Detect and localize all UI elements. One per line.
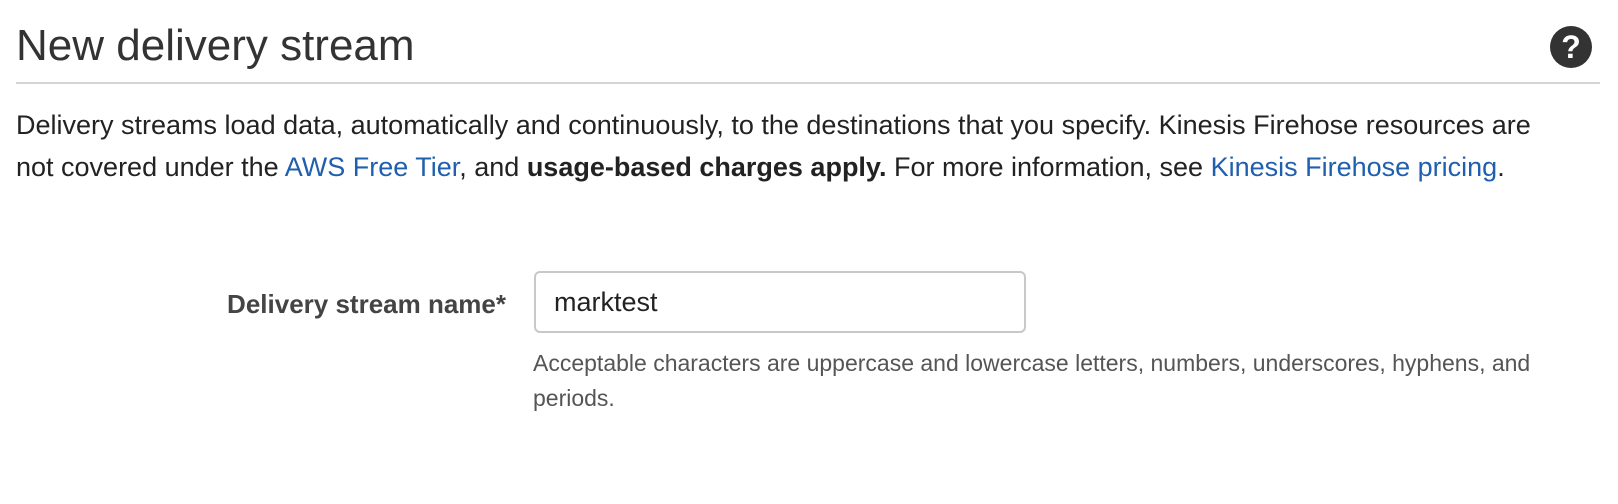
usage-charges-notice: usage-based charges apply. — [526, 152, 887, 182]
delivery-stream-name-label: Delivery stream name* — [227, 289, 506, 319]
description-paragraph: Delivery streams load data, automaticall… — [16, 104, 1556, 188]
description-text: , and — [459, 152, 527, 182]
description-text: For more information, see — [886, 152, 1211, 182]
description-text: . — [1497, 152, 1505, 182]
firehose-pricing-link[interactable]: Kinesis Firehose pricing — [1211, 152, 1498, 182]
delivery-stream-name-input[interactable] — [534, 271, 1026, 333]
page-title: New delivery stream — [16, 21, 415, 70]
page-header: New delivery stream ? — [16, 0, 1600, 84]
help-icon[interactable]: ? — [1550, 26, 1592, 68]
aws-free-tier-link[interactable]: AWS Free Tier — [285, 152, 460, 182]
name-hint-text: Acceptable characters are uppercase and … — [533, 350, 1531, 411]
